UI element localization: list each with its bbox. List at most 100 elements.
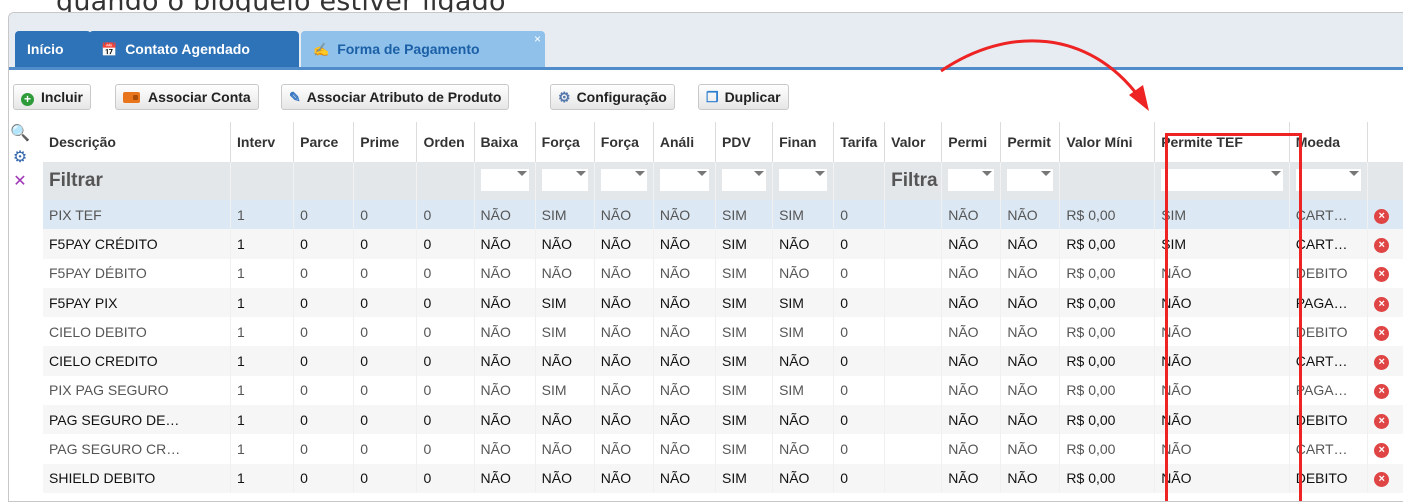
column-filter[interactable] xyxy=(1000,162,1061,200)
settings-icon[interactable]: ⚙ xyxy=(9,147,31,171)
filter-select[interactable] xyxy=(1161,169,1283,191)
column-header[interactable]: PDV xyxy=(715,122,774,162)
table-cell: NÃO xyxy=(941,405,1002,435)
table-row[interactable]: F5PAY DÉBITO 1 0 0 0 NÃO NÃO NÃO NÃO SIM NÃO 0 NÃO NÃ… xyxy=(43,258,1403,288)
incluir-button[interactable]: + Incluir xyxy=(13,84,92,110)
delete-icon[interactable]: × xyxy=(1374,208,1390,224)
table-row[interactable]: SHIELD DEBITO 1 0 0 0 NÃO NÃO NÃO NÃO SIM NÃO 0 NÃO N… xyxy=(43,463,1403,493)
associar-atributo-button[interactable]: ✎ Associar Atributo de Produto xyxy=(281,84,510,110)
table-row[interactable]: F5PAY PIX 1 0 0 0 NÃO SIM NÃO NÃO SIM SIM 0 NÃO NÃO R$… xyxy=(43,287,1403,318)
duplicar-button[interactable]: ❐ Duplicar xyxy=(698,84,789,110)
table-cell: R$ 0,00 xyxy=(1059,375,1156,406)
column-filter[interactable] xyxy=(293,162,355,200)
clear-filter-icon[interactable]: ✕ xyxy=(9,171,31,195)
tab-contato-agendado[interactable]: 📅 Contato Agendado xyxy=(89,31,299,67)
associar-conta-button[interactable]: Associar Conta xyxy=(115,84,259,110)
table-cell: F5PAY DÉBITO xyxy=(43,258,231,288)
column-filter[interactable]: Filtra xyxy=(884,162,943,200)
chevron-down-icon[interactable] xyxy=(575,171,586,176)
column-header[interactable]: Força xyxy=(535,122,595,162)
column-header[interactable]: Finan xyxy=(772,122,835,162)
table-cell: NÃO xyxy=(1000,287,1061,318)
table-cell: 0 xyxy=(353,405,418,435)
column-header[interactable]: Descrição xyxy=(43,122,231,162)
table-row[interactable]: CIELO DEBITO 1 0 0 0 NÃO SIM NÃO NÃO SIM SIM 0 NÃO NÃ… xyxy=(43,317,1403,347)
chevron-down-icon[interactable] xyxy=(1270,171,1281,176)
tab-bar-underline xyxy=(9,67,1403,70)
chevron-down-icon[interactable] xyxy=(754,171,765,176)
table-cell: NÃO xyxy=(474,200,536,230)
column-filter[interactable]: Filtrar xyxy=(43,162,231,200)
column-header[interactable]: Valor Míni xyxy=(1059,122,1156,162)
table-cell: NÃO xyxy=(594,317,654,347)
column-filter[interactable] xyxy=(1289,162,1369,200)
column-filter[interactable] xyxy=(594,162,654,200)
column-header[interactable]: Prime xyxy=(353,122,418,162)
delete-icon[interactable]: × xyxy=(1374,237,1390,253)
chevron-down-icon[interactable] xyxy=(982,171,993,176)
column-header[interactable]: Orden xyxy=(416,122,475,162)
table-cell: NÃO xyxy=(474,258,536,288)
chevron-down-icon[interactable] xyxy=(1041,171,1052,176)
table-cell: NÃO xyxy=(1000,434,1061,464)
chevron-down-icon[interactable] xyxy=(634,171,645,176)
delete-icon[interactable]: × xyxy=(1374,384,1390,400)
table-cell: NÃO xyxy=(941,200,1002,230)
filter-input[interactable]: Filtrar xyxy=(49,170,103,191)
column-filter[interactable] xyxy=(535,162,595,200)
column-filter[interactable] xyxy=(1154,162,1290,200)
column-filter[interactable] xyxy=(353,162,418,200)
table-cell: SIM xyxy=(715,317,774,347)
search-icon[interactable]: 🔍 xyxy=(9,123,31,147)
close-tab-icon[interactable]: × xyxy=(534,21,541,57)
column-header[interactable]: Força xyxy=(594,122,654,162)
column-filter[interactable] xyxy=(416,162,475,200)
chevron-down-icon[interactable] xyxy=(516,171,527,176)
chevron-down-icon[interactable] xyxy=(697,171,708,176)
column-header[interactable]: Permi xyxy=(941,122,1002,162)
delete-icon[interactable]: × xyxy=(1374,325,1390,341)
table-row[interactable]: PIX TEF 1 0 0 0 NÃO SIM NÃO NÃO SIM SIM 0 NÃO NÃO R$ 0… xyxy=(43,200,1403,230)
table-cell: 0 xyxy=(833,405,886,435)
table-cell: NÃO xyxy=(941,258,1002,288)
table-row[interactable]: F5PAY CRÉDITO 1 0 0 0 NÃO NÃO NÃO NÃO SIM NÃO 0 NÃO N… xyxy=(43,229,1403,259)
column-header[interactable]: Tarifa xyxy=(833,122,886,162)
column-header[interactable]: Análi xyxy=(653,122,717,162)
column-filter[interactable] xyxy=(715,162,774,200)
table-row[interactable]: PAG SEGURO CR… 1 0 0 0 NÃO NÃO NÃO NÃO SIM NÃO 0 NÃO… xyxy=(43,434,1403,464)
table-row[interactable]: PIX PAG SEGURO 1 0 0 0 NÃO SIM NÃO NÃO SIM SIM 0 NÃO… xyxy=(43,375,1403,406)
column-header[interactable]: Moeda xyxy=(1289,122,1369,162)
column-filter[interactable] xyxy=(772,162,835,200)
column-header[interactable]: Valor xyxy=(884,122,943,162)
tab-forma-de-pagamento[interactable]: ✍ Forma de Pagamento × xyxy=(301,31,545,67)
delete-icon[interactable]: × xyxy=(1374,413,1390,429)
app-window: Início 📅 Contato Agendado ✍ Forma de Pagam… xyxy=(8,12,1403,502)
column-header[interactable]: Permit xyxy=(1000,122,1061,162)
delete-icon[interactable]: × xyxy=(1374,443,1390,459)
table-cell: F5PAY CRÉDITO xyxy=(43,229,231,259)
configuracao-button[interactable]: ⚙ Configuração xyxy=(550,84,675,110)
delete-icon[interactable]: × xyxy=(1374,355,1390,371)
chevron-down-icon[interactable] xyxy=(1349,171,1360,176)
column-header[interactable]: Permite TEF xyxy=(1154,122,1290,162)
delete-icon[interactable]: × xyxy=(1374,296,1390,312)
column-header[interactable]: Interv xyxy=(230,122,295,162)
column-filter[interactable] xyxy=(941,162,1002,200)
delete-icon[interactable]: × xyxy=(1374,472,1390,488)
table-row[interactable]: PAG SEGURO DE… 1 0 0 0 NÃO NÃO NÃO NÃO SIM NÃO 0 NÃO… xyxy=(43,405,1403,435)
table-row[interactable]: CIELO CREDITO 1 0 0 0 NÃO NÃO NÃO NÃO SIM NÃO 0 NÃO N… xyxy=(43,346,1403,376)
column-header[interactable]: Parce xyxy=(293,122,355,162)
column-filter[interactable] xyxy=(474,162,536,200)
configuracao-label: Configuração xyxy=(576,89,667,105)
delete-icon[interactable]: × xyxy=(1374,267,1390,283)
column-filter[interactable] xyxy=(653,162,717,200)
tab-inicio[interactable]: Início xyxy=(15,31,91,67)
table-cell: R$ 0,00 xyxy=(1059,200,1156,230)
table-cell xyxy=(884,229,943,259)
chevron-down-icon[interactable] xyxy=(815,171,826,176)
filter-input[interactable]: Filtra xyxy=(891,170,937,191)
column-filter[interactable] xyxy=(833,162,886,200)
column-filter[interactable] xyxy=(1059,162,1156,200)
column-header[interactable]: Baixa xyxy=(474,122,536,162)
column-filter[interactable] xyxy=(230,162,295,200)
